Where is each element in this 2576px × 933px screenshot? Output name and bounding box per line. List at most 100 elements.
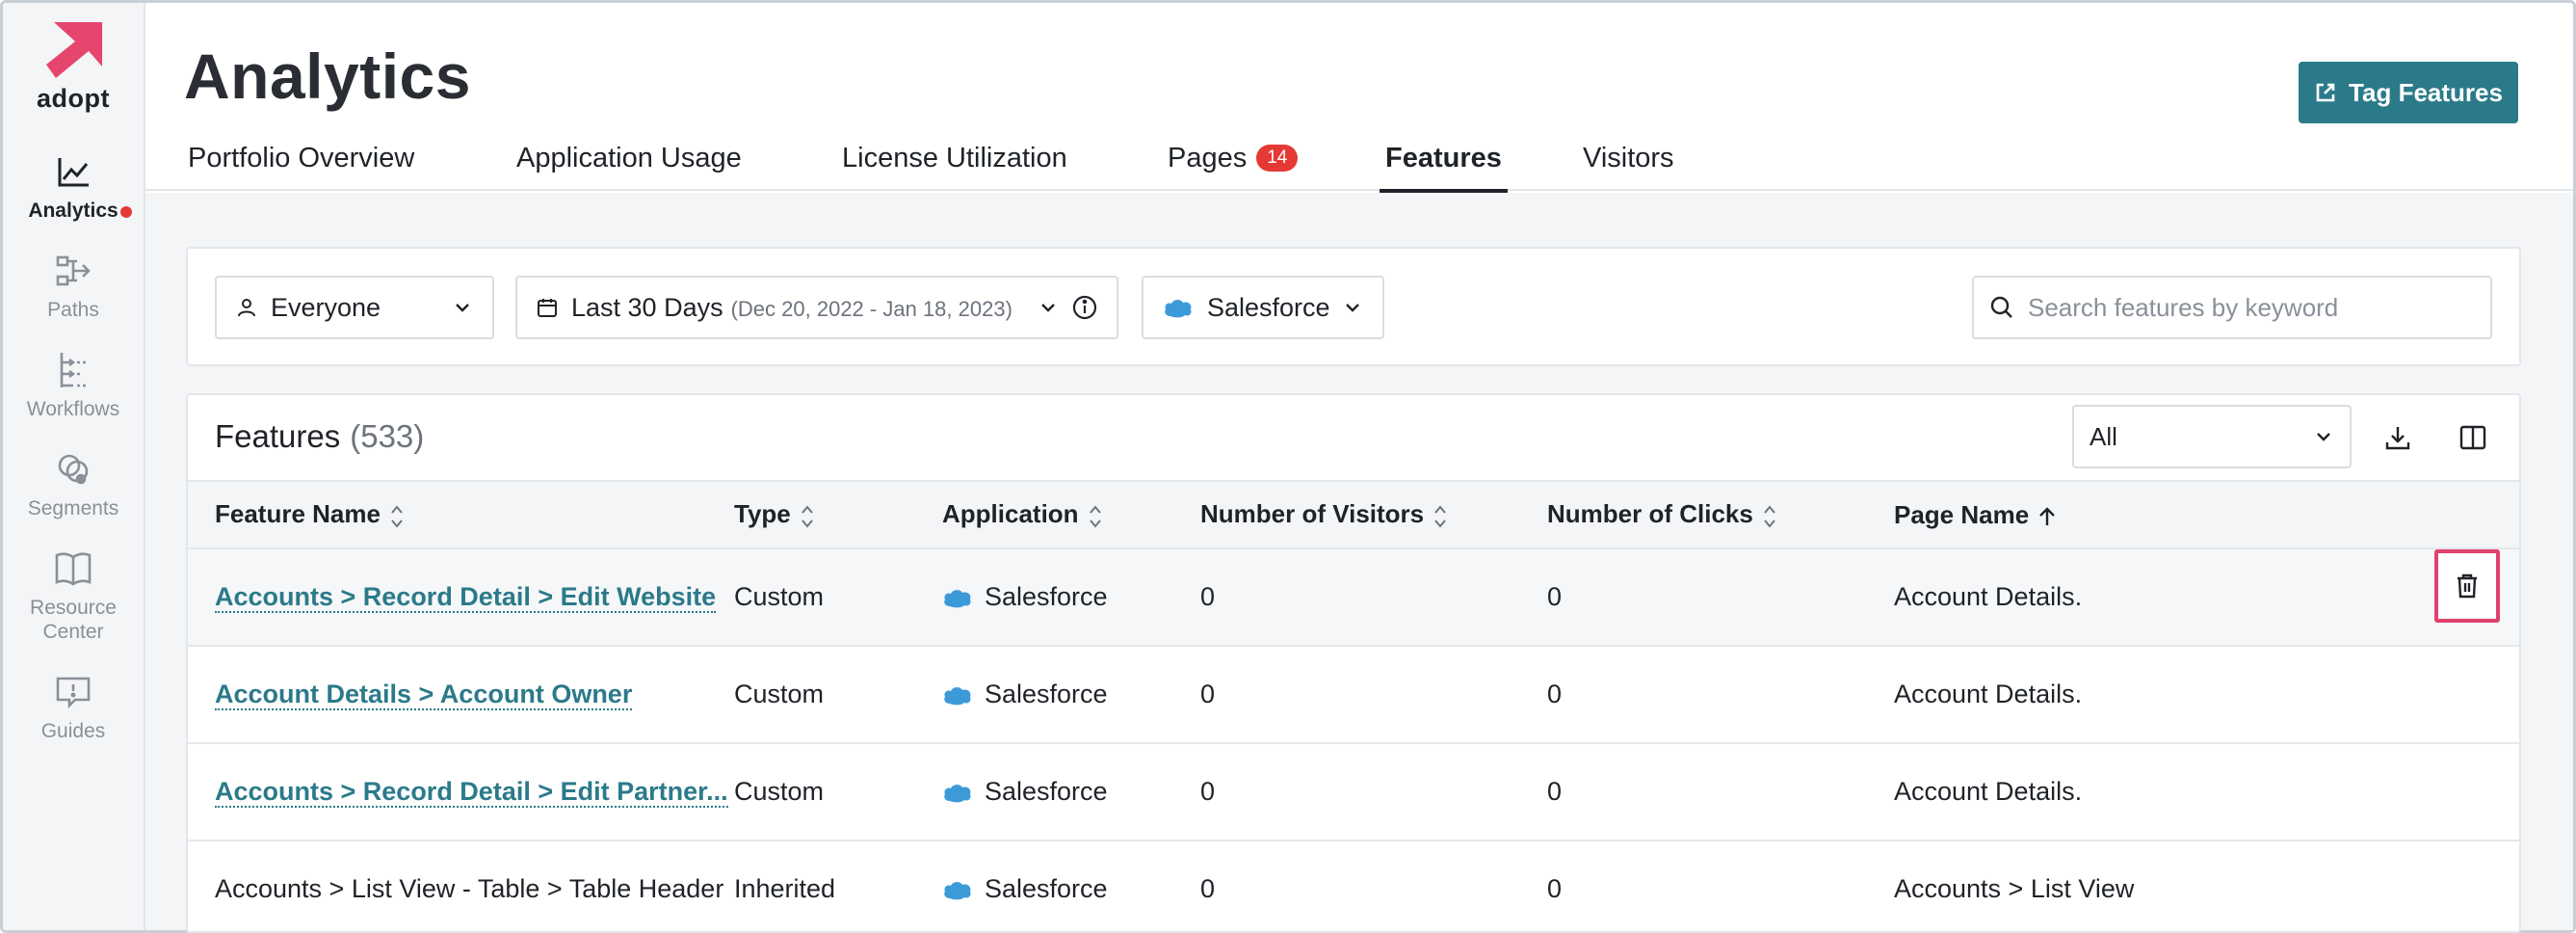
type-filter-value: All [2090,421,2117,451]
page-title: Analytics [184,40,471,112]
column-label: Feature Name [215,499,381,529]
column-header-application[interactable]: Application [942,481,1200,548]
tab-visitors[interactable]: Visitors [1583,125,1674,191]
salesforce-cloud-icon [944,589,971,607]
feature-name-link[interactable]: Accounts > Record Detail > Edit Website [215,582,717,613]
sidebar-item-label-line1: Resource [30,597,117,619]
sidebar-item-analytics[interactable]: Analytics [28,152,132,223]
date-range-value: Last 30 Days [571,292,723,322]
tab-application-usage[interactable]: Application Usage [516,125,742,191]
trash-icon [2458,573,2477,599]
sort-ascending-icon [2039,506,2056,525]
tab-license-utilization[interactable]: License Utilization [842,125,1067,191]
date-range-detail: (Dec 20, 2022 - Jan 18, 2023) [730,296,1012,321]
header: Analytics Tag Features [145,3,2573,128]
tag-features-button[interactable]: Tag Features [2299,62,2518,123]
logo[interactable]: adopt [37,22,110,114]
sidebar-item-guides[interactable]: Guides [41,673,105,743]
feature-name-link[interactable]: Accounts > Record Detail > Edit Partner.… [215,777,728,808]
pages-count-badge: 14 [1256,145,1299,172]
chevron-down-icon [2317,433,2330,441]
clicks-cell: 0 [1547,777,1563,806]
chevron-down-icon [456,304,469,312]
feature-name-link[interactable]: Account Details > Account Owner [215,680,633,710]
type-filter-select[interactable]: All [2072,405,2352,468]
column-label: Application [942,499,1079,529]
sidebar-item-segments[interactable]: Segments [27,450,119,520]
column-header-feature-name[interactable]: Feature Name [188,481,734,548]
table-header-row: Feature Name Type Application Number of … [188,481,2519,548]
application-cell: Salesforce [985,777,1108,806]
date-range-dropdown[interactable]: Last 30 Days (Dec 20, 2022 - Jan 18, 2023… [515,276,1118,339]
sidebar: adopt Analytics Paths Workflows Segments… [3,3,145,930]
column-header-clicks[interactable]: Number of Clicks [1547,481,1894,548]
sidebar-item-label: Paths [47,299,99,321]
column-label: Page Name [1894,499,2030,529]
segments-icon [58,454,89,485]
content-area: Everyone Last 30 Days (Dec 20, 2022 - Jan… [145,193,2573,933]
salesforce-cloud-icon [944,686,971,705]
download-button[interactable] [2379,418,2417,457]
visitors-cell: 0 [1200,777,1216,806]
guide-icon [56,677,91,709]
application-cell: Salesforce [985,874,1108,903]
search-input[interactable] [2028,292,2471,323]
info-icon[interactable] [1072,295,1097,320]
column-header-type[interactable]: Type [734,481,942,548]
sidebar-item-workflows[interactable]: Workflows [27,351,119,421]
application-cell: Salesforce [985,680,1108,708]
table-row[interactable]: Accounts > Record Detail > Edit Partner.… [188,743,2519,840]
type-cell: Custom [734,582,825,611]
feature-count: (533) [350,418,425,454]
sidebar-item-label: Workflows [26,398,120,420]
table-title-label: Features [215,418,341,454]
tab-portfolio-overview[interactable]: Portfolio Overview [188,125,414,191]
clicks-cell: 0 [1547,680,1563,708]
type-cell: Custom [734,680,825,708]
page-name-cell: Accounts > List View [1894,874,2135,903]
column-label: Type [734,499,791,529]
column-header-page-name[interactable]: Page Name [1894,481,2519,548]
columns-toggle-button[interactable] [2454,418,2492,457]
column-header-visitors[interactable]: Number of Visitors [1200,481,1547,548]
sidebar-item-label-line2: Center [42,621,104,643]
table-row[interactable]: Account Details > Account Owner Custom S… [188,646,2519,743]
sort-icon [1434,505,1446,528]
book-icon [55,552,92,586]
search-box [1972,276,2492,339]
salesforce-cloud-icon [1165,300,1192,318]
sidebar-item-paths[interactable]: Paths [47,252,99,322]
sort-icon [391,505,403,528]
visitors-cell: 0 [1200,680,1216,708]
line-chart-icon [58,158,89,187]
tab-features[interactable]: Features [1380,125,1508,193]
delete-feature-button[interactable] [2434,549,2500,623]
sidebar-item-label: Segments [27,497,119,520]
tab-bar: Portfolio Overview Application Usage Lic… [145,125,2573,193]
tab-label: License Utilization [842,142,1067,173]
feature-name-text: Accounts > List View - Table > Table Hea… [215,874,724,903]
sidebar-item-label: Analytics [28,200,118,222]
page-name-cell: Account Details. [1894,777,2083,806]
chevron-down-icon [1346,304,1359,312]
tab-label: Portfolio Overview [188,142,415,173]
type-cell: Custom [734,777,825,806]
external-link-icon [2316,83,2335,102]
audience-value: Everyone [271,292,381,322]
tab-pages[interactable]: Pages 14 [1168,125,1299,191]
download-icon [2385,427,2410,450]
salesforce-cloud-icon [944,881,971,899]
user-icon [238,299,255,317]
visitors-cell: 0 [1200,582,1216,611]
table-row[interactable]: Accounts > Record Detail > Edit Website … [188,548,2519,646]
page-name-cell: Account Details. [1894,582,2083,611]
salesforce-cloud-icon [944,784,971,802]
type-cell: Inherited [734,874,836,903]
audience-dropdown[interactable]: Everyone [215,276,494,339]
clicks-cell: 0 [1547,582,1563,611]
table-row[interactable]: Accounts > List View - Table > Table Hea… [188,840,2519,931]
features-table: Feature Name Type Application Number of … [188,480,2519,931]
application-dropdown[interactable]: Salesforce [1142,276,1384,339]
sidebar-item-resource-center[interactable]: Resource Center [30,549,117,644]
paths-icon [56,255,91,286]
